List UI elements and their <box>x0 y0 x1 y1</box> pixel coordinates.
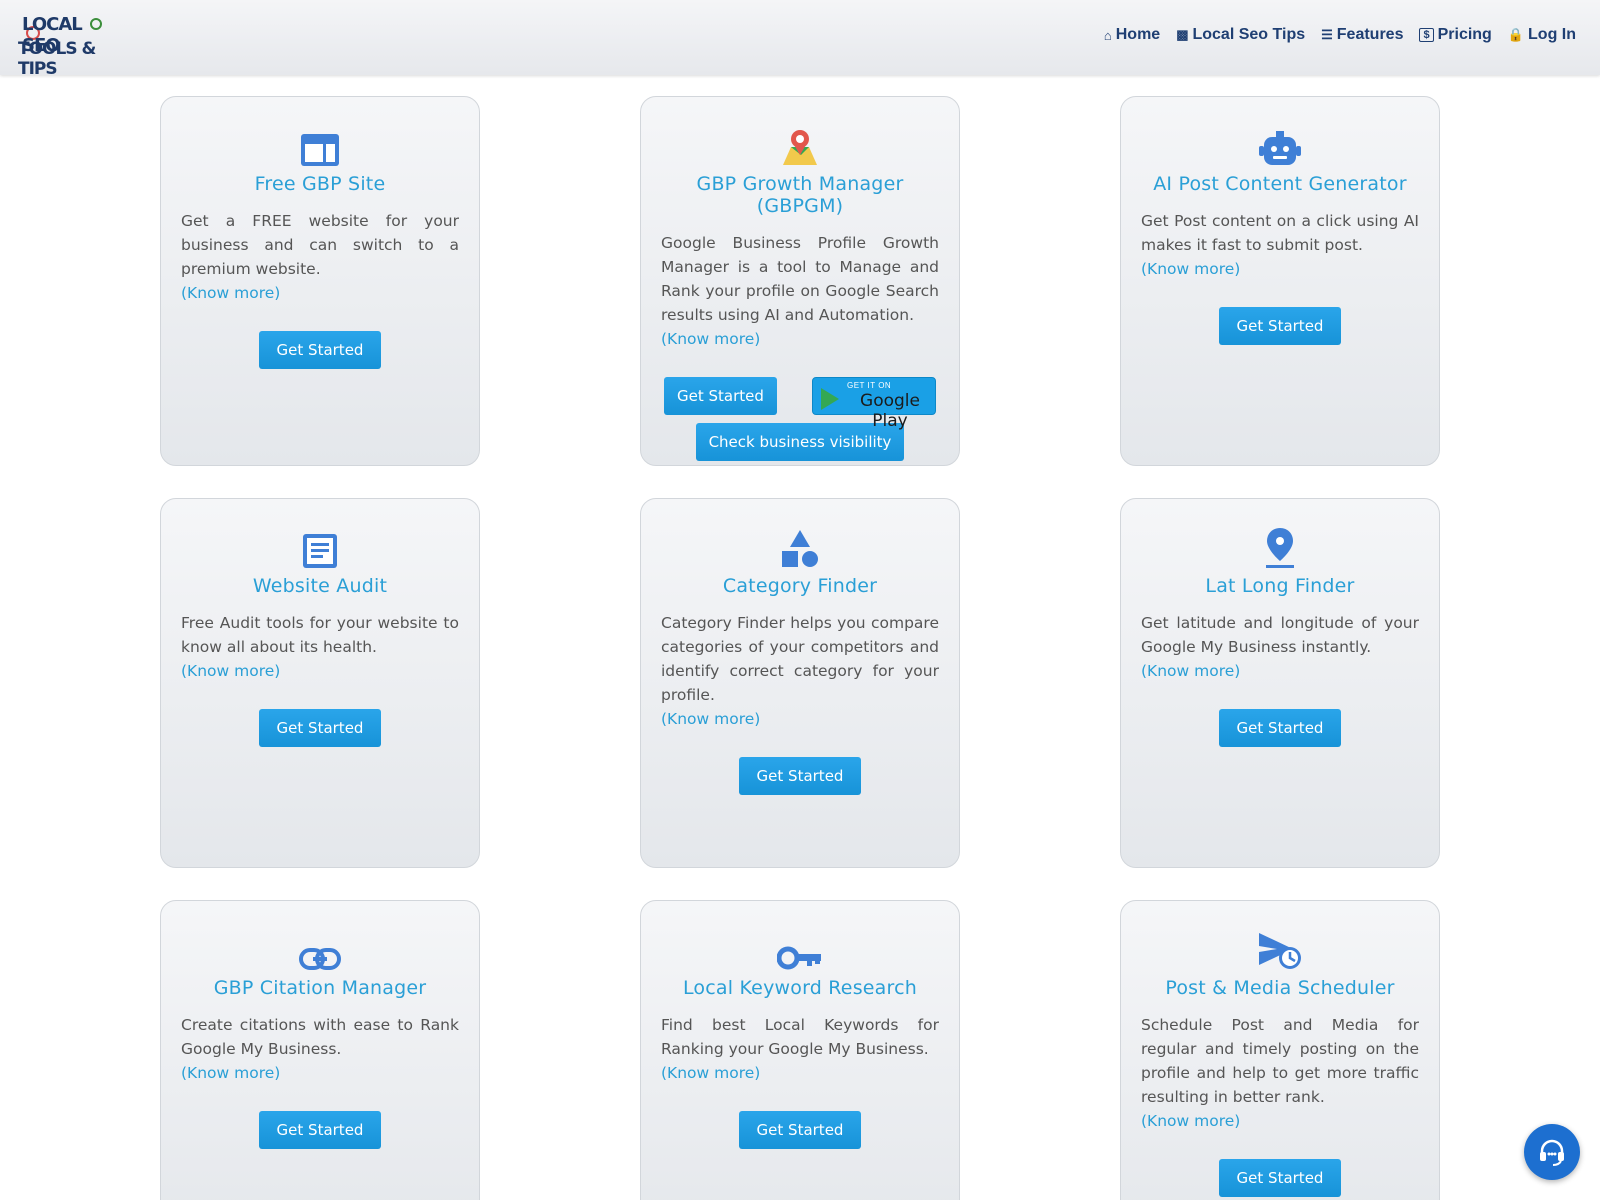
schedule-send-icon <box>1141 931 1419 971</box>
nav-local-seo-tips[interactable]: ▩ Local Seo Tips <box>1176 26 1305 44</box>
map-pin-icon <box>661 127 939 167</box>
get-started-button[interactable]: Get Started <box>1218 307 1342 345</box>
card-title: Lat Long Finder <box>1205 575 1355 597</box>
nav-pricing-label: Pricing <box>1437 26 1492 43</box>
google-play-badge[interactable]: GET IT ON Google Play <box>812 377 936 431</box>
card-description: Google Business Profile Growth Manager i… <box>661 234 939 324</box>
card-description: Free Audit tools for your website to kno… <box>181 614 459 656</box>
know-more-link[interactable]: (Know more) <box>181 281 459 305</box>
key-icon <box>661 931 939 971</box>
nav-pricing[interactable]: $ Pricing <box>1419 26 1492 44</box>
button-row: Get Started GET IT ON Google Play <box>661 377 939 431</box>
know-more-link[interactable]: (Know more) <box>181 659 459 683</box>
get-started-button[interactable]: Get Started <box>258 331 382 369</box>
location-icon <box>1141 528 1419 569</box>
nav-home-label: Home <box>1115 26 1161 43</box>
main-nav: ⌂ Home ▩ Local Seo Tips ☰ Features $ Pri… <box>1104 26 1576 44</box>
home-icon: ⌂ <box>1103 27 1112 43</box>
website-icon <box>181 127 459 167</box>
nav-features-label: Features <box>1336 26 1404 43</box>
tips-icon: ▩ <box>1176 27 1189 42</box>
card-title: Post & Media Scheduler <box>1165 977 1395 999</box>
card-description: Schedule Post and Media for regular and … <box>1141 1016 1419 1106</box>
card-website-audit: Website Audit Free Audit tools for your … <box>160 498 480 868</box>
robot-icon <box>1141 127 1419 167</box>
nav-home[interactable]: ⌂ Home <box>1104 26 1160 44</box>
site-logo[interactable]: LOCAL SEO TOOLS & TIPS <box>18 14 113 79</box>
link-icon <box>181 931 459 971</box>
headset-icon <box>1540 1139 1564 1166</box>
nav-login-label: Log In <box>1528 26 1576 43</box>
document-icon <box>181 529 459 569</box>
know-more-link[interactable]: (Know more) <box>181 1061 459 1085</box>
card-title: Website Audit <box>252 575 388 597</box>
card-description: Get Post content on a click using AI mak… <box>1141 212 1419 254</box>
know-more-link[interactable]: (Know more) <box>1141 1109 1419 1133</box>
know-more-link[interactable]: (Know more) <box>661 327 939 351</box>
get-started-button[interactable]: Get Started <box>664 377 777 415</box>
card-description: Find best Local Keywords for Ranking you… <box>661 1016 939 1058</box>
know-more-link[interactable]: (Know more) <box>661 707 939 731</box>
card-title: GBP Growth Manager (GBPGM) <box>696 173 904 217</box>
play-badge-text: Google Play <box>860 391 920 431</box>
nav-features[interactable]: ☰ Features <box>1321 26 1403 44</box>
get-started-button[interactable]: Get Started <box>258 1111 382 1149</box>
get-started-button[interactable]: Get Started <box>1218 709 1342 747</box>
card-free-gbp-site: Free GBP Site Get a FREE website for you… <box>160 96 480 466</box>
card-gbp-citation-manager: GBP Citation Manager Create citations wi… <box>160 900 480 1200</box>
support-chat-button[interactable] <box>1524 1124 1580 1180</box>
card-title: GBP Citation Manager <box>213 977 427 999</box>
top-header: LOCAL SEO TOOLS & TIPS ⌂ Home ▩ Local Se… <box>0 0 1600 79</box>
card-category-finder: Category Finder Category Finder helps yo… <box>640 498 960 868</box>
nav-local-seo-tips-label: Local Seo Tips <box>1192 26 1306 43</box>
nav-login[interactable]: 🔒 Log In <box>1508 26 1576 44</box>
get-started-button[interactable]: Get Started <box>738 1111 862 1149</box>
dollar-icon: $ <box>1419 28 1434 42</box>
play-store-icon <box>821 388 839 410</box>
shapes-icon <box>661 529 939 569</box>
card-post-media-scheduler: Post & Media Scheduler Schedule Post and… <box>1120 900 1440 1200</box>
know-more-link[interactable]: (Know more) <box>1141 659 1419 683</box>
get-started-button[interactable]: Get Started <box>258 709 382 747</box>
card-description: Get a FREE website for your business and… <box>181 212 459 278</box>
card-ai-post-generator: AI Post Content Generator Get Post conte… <box>1120 96 1440 466</box>
card-description: Category Finder helps you compare catego… <box>661 614 939 704</box>
know-more-link[interactable]: (Know more) <box>1141 257 1419 281</box>
logo-line2: TOOLS & TIPS <box>18 39 96 79</box>
get-started-button[interactable]: Get Started <box>738 757 862 795</box>
card-description: Create citations with ease to Rank Googl… <box>181 1016 459 1058</box>
card-title: Free GBP Site <box>254 173 386 195</box>
card-title: AI Post Content Generator <box>1153 173 1407 195</box>
card-title: Local Keyword Research <box>682 977 918 999</box>
list-icon: ☰ <box>1321 27 1333 42</box>
card-description: Get latitude and longitude of your Googl… <box>1141 614 1419 656</box>
get-started-button[interactable]: Get Started <box>1218 1159 1342 1197</box>
lock-icon: 🔒 <box>1507 27 1525 42</box>
play-badge-small-text: GET IT ON <box>847 381 892 390</box>
card-local-keyword-research: Local Keyword Research Find best Local K… <box>640 900 960 1200</box>
card-gbp-growth-manager: GBP Growth Manager (GBPGM) Google Busine… <box>640 96 960 466</box>
card-title: Category Finder <box>722 575 878 597</box>
card-lat-long-finder: Lat Long Finder Get latitude and longitu… <box>1120 498 1440 868</box>
know-more-link[interactable]: (Know more) <box>661 1061 939 1085</box>
